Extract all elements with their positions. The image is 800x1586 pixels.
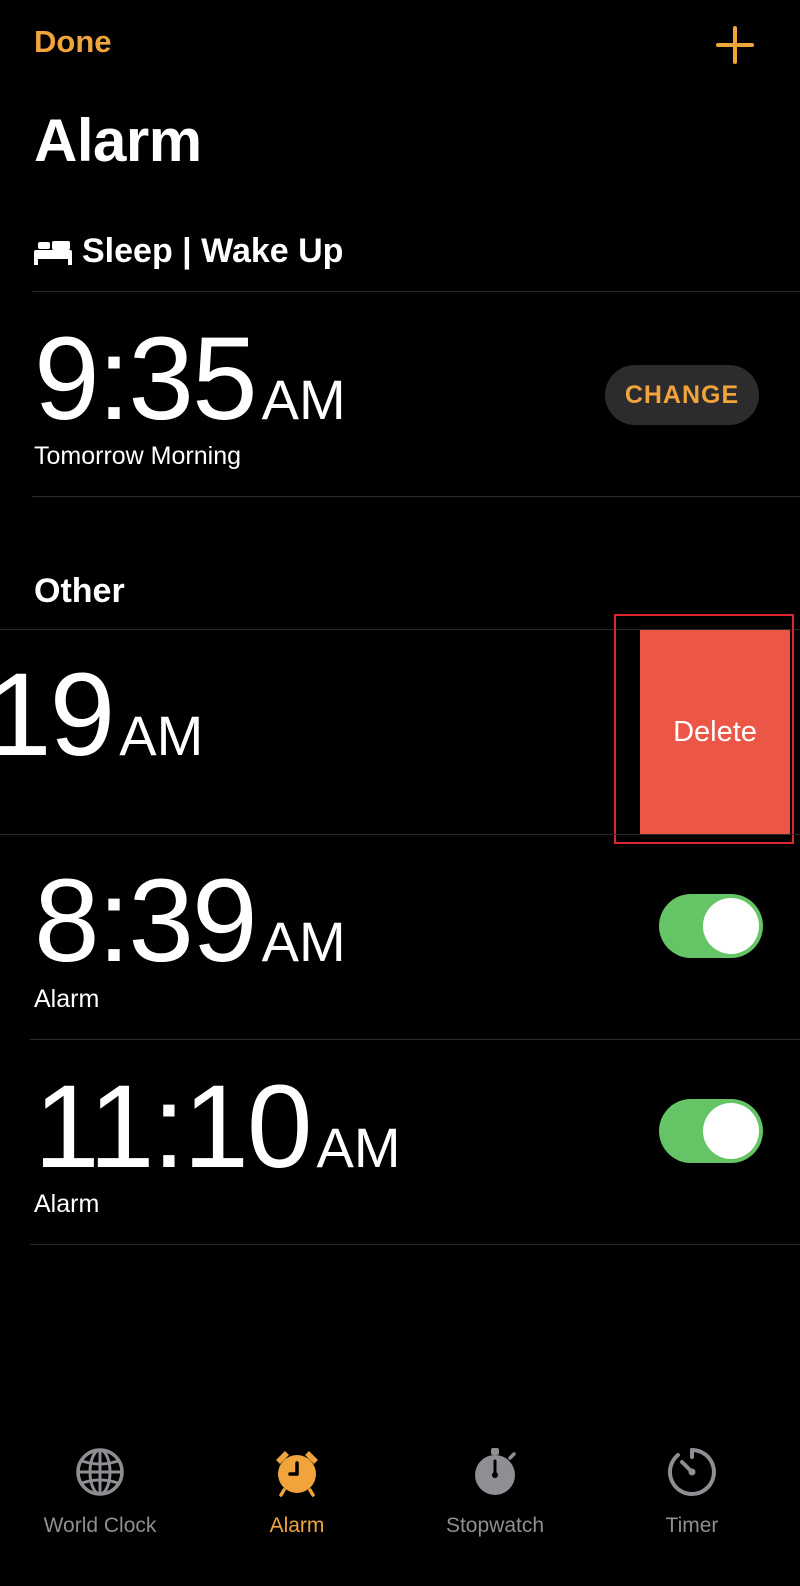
- bed-icon: [34, 238, 72, 266]
- sleep-section-header: Sleep | Wake Up: [34, 232, 343, 271]
- tab-world-clock[interactable]: World Clock: [0, 1446, 200, 1538]
- tab-bar: World Clock Alarm Stopwatch Timer: [0, 1446, 800, 1586]
- page-title: Alarm: [34, 107, 202, 174]
- alarm-clock-icon: [276, 1451, 318, 1497]
- divider: [32, 291, 800, 292]
- tab-label: Alarm: [269, 1514, 325, 1537]
- sleep-section-title: Sleep | Wake Up: [82, 232, 344, 270]
- tab-label: Timer: [665, 1514, 719, 1537]
- sleep-time-digits: 9:35: [34, 313, 258, 445]
- alarm-time-digits: 19: [0, 649, 115, 781]
- tab-stopwatch[interactable]: Stopwatch: [395, 1446, 595, 1538]
- delete-button[interactable]: Delete: [640, 630, 790, 834]
- other-section-title: Other: [34, 572, 125, 610]
- divider: [0, 834, 800, 835]
- divider: [30, 1244, 800, 1245]
- sleep-alarm-time: 9:35 AM: [34, 320, 346, 438]
- tab-label: Stopwatch: [445, 1514, 545, 1537]
- alarm-row-swiped[interactable]: 19 AM: [0, 656, 203, 774]
- alarm-time-ampm: AM: [119, 704, 204, 767]
- alarm-time-digits: 11:10: [34, 1061, 313, 1193]
- toggle-knob: [703, 898, 759, 954]
- alarm-row-time[interactable]: 11:10 AM: [34, 1068, 401, 1186]
- alarm-label: Alarm: [34, 985, 100, 1013]
- alarm-toggle[interactable]: [659, 1099, 763, 1163]
- alarm-row-time[interactable]: 8:39 AM: [34, 862, 346, 980]
- tab-label: World Clock: [43, 1514, 157, 1537]
- tab-timer[interactable]: Timer: [592, 1446, 792, 1538]
- alarm-label: Alarm: [34, 1190, 100, 1218]
- done-button[interactable]: Done: [34, 24, 112, 60]
- alarm-time-ampm: AM: [261, 910, 346, 973]
- alarm-time-ampm: AM: [316, 1116, 401, 1179]
- divider: [30, 1039, 800, 1040]
- alarm-toggle[interactable]: [659, 894, 763, 958]
- sleep-time-ampm: AM: [261, 368, 346, 431]
- divider: [32, 496, 800, 497]
- toggle-knob: [703, 1103, 759, 1159]
- stopwatch-icon: [475, 1448, 516, 1495]
- delete-label: Delete: [673, 715, 757, 748]
- timer-icon: [667, 1448, 716, 1496]
- alarm-time-digits: 8:39: [34, 855, 258, 987]
- tab-alarm[interactable]: Alarm: [197, 1446, 397, 1538]
- change-button[interactable]: CHANGE: [605, 365, 759, 425]
- globe-icon: [76, 1448, 124, 1496]
- plus-icon[interactable]: [716, 26, 754, 64]
- sleep-alarm-subtitle: Tomorrow Morning: [34, 442, 242, 470]
